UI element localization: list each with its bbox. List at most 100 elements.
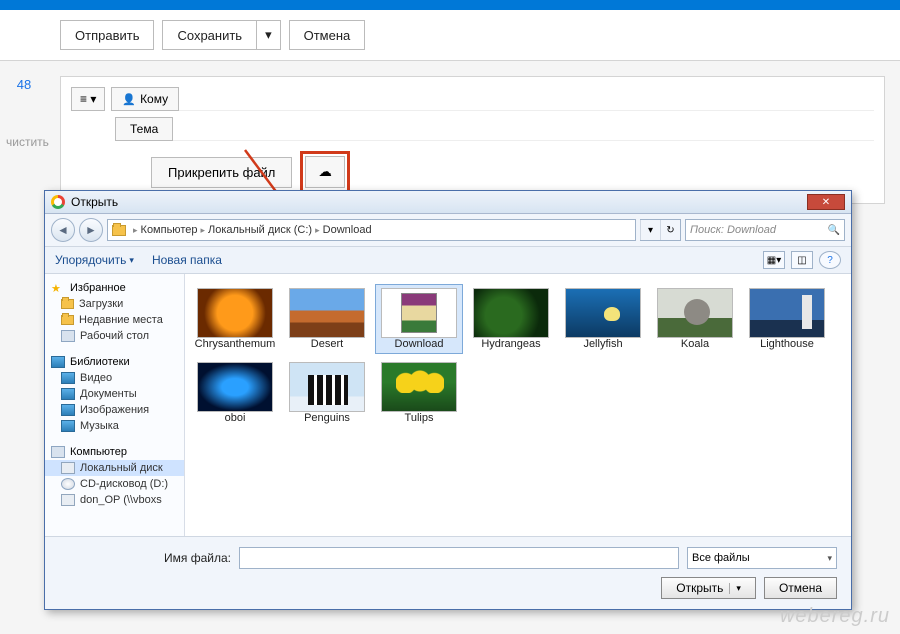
thumbnail	[289, 362, 365, 412]
sidebar-favorites[interactable]: ★Избранное	[45, 278, 184, 296]
sidebar-item-local-disk[interactable]: Локальный диск	[45, 460, 184, 476]
sidebar-item-cd[interactable]: CD-дисковод (D:)	[45, 476, 184, 492]
video-icon	[61, 372, 75, 384]
options-dropdown[interactable]: ≡ ▾	[71, 87, 105, 111]
file-item[interactable]: Penguins	[283, 358, 371, 428]
sidebar-libraries[interactable]: Библиотеки	[45, 352, 184, 370]
to-label: Кому	[140, 92, 168, 106]
file-item[interactable]: Desert	[283, 284, 371, 354]
path-dropdown-button[interactable]: ▾	[640, 220, 660, 240]
sidebar-item-recent[interactable]: Недавние места	[45, 312, 184, 328]
file-item[interactable]: Koala	[651, 284, 739, 354]
subject-row: Тема	[115, 117, 874, 141]
dialog-sidebar: ★Избранное Загрузки Недавние места Рабоч…	[45, 274, 185, 536]
path-computer[interactable]: Компьютер	[141, 224, 198, 236]
close-button[interactable]: ✕	[807, 194, 845, 210]
attach-row: Прикрепить файл ☁	[151, 151, 874, 193]
thumbnail	[381, 362, 457, 412]
forward-button[interactable]: ►	[79, 218, 103, 242]
chevron-right-icon: ▸	[315, 225, 320, 236]
to-field-button[interactable]: 👤Кому	[111, 87, 179, 111]
library-icon	[51, 356, 65, 368]
file-item[interactable]: Hydrangeas	[467, 284, 555, 354]
sidebar-item-docs[interactable]: Документы	[45, 386, 184, 402]
file-item[interactable]: Chrysanthemum	[191, 284, 279, 354]
sidebar-item-music[interactable]: Музыка	[45, 418, 184, 434]
help-button[interactable]: ?	[819, 251, 841, 269]
drive-icon	[61, 494, 75, 506]
chevron-right-icon: ▸	[133, 225, 138, 236]
search-input[interactable]: Поиск: Download	[685, 219, 845, 241]
image-icon	[61, 404, 75, 416]
attach-cloud-button[interactable]: ☁	[305, 156, 344, 188]
sidebar-item-desktop[interactable]: Рабочий стол	[45, 328, 184, 344]
thumbnail	[289, 288, 365, 338]
attach-file-button[interactable]: Прикрепить файл	[151, 157, 292, 188]
thumbnail	[197, 288, 273, 338]
file-item[interactable]: Tulips	[375, 358, 463, 428]
file-item[interactable]: Lighthouse	[743, 284, 831, 354]
dialog-titlebar[interactable]: Открыть ✕	[45, 191, 851, 214]
sidebar-item-images[interactable]: Изображения	[45, 402, 184, 418]
clear-link[interactable]: чистить	[6, 135, 49, 149]
folder-icon	[61, 315, 74, 325]
search-placeholder: Поиск: Download	[690, 224, 776, 236]
file-item-selected[interactable]: Download	[375, 284, 463, 354]
open-file-dialog: Открыть ✕ ◄ ► ▸ Компьютер ▸ Локальный ди…	[44, 190, 852, 610]
new-folder-button[interactable]: Новая папка	[152, 253, 222, 267]
file-item[interactable]: oboi	[191, 358, 279, 428]
dialog-title: Открыть	[71, 195, 118, 209]
thumbnail	[749, 288, 825, 338]
path-folder[interactable]: Download	[323, 224, 372, 236]
computer-icon	[51, 446, 65, 458]
refresh-button[interactable]: ↻	[660, 220, 680, 240]
dialog-toolbar: Упорядочить Новая папка ▦▾ ◫ ?	[45, 247, 851, 274]
sidebar-item-downloads[interactable]: Загрузки	[45, 296, 184, 312]
breadcrumb[interactable]: ▸ Компьютер ▸ Локальный диск (C:) ▸ Down…	[107, 219, 636, 241]
to-input[interactable]	[179, 88, 874, 111]
open-button[interactable]: Открыть	[661, 577, 756, 599]
file-grid[interactable]: Chrysanthemum Desert Download Hydrangeas…	[185, 274, 851, 536]
thumbnail	[197, 362, 273, 412]
filetype-combo[interactable]: Все файлы	[687, 547, 837, 569]
folder-icon	[61, 299, 74, 309]
music-icon	[61, 420, 75, 432]
chevron-right-icon: ▸	[200, 225, 205, 236]
save-dropdown-button[interactable]: ▾	[256, 20, 281, 50]
send-button[interactable]: Отправить	[60, 20, 154, 50]
preview-pane-button[interactable]: ◫	[791, 251, 813, 269]
back-button[interactable]: ◄	[51, 218, 75, 242]
dialog-cancel-button[interactable]: Отмена	[764, 577, 837, 599]
path-drive[interactable]: Локальный диск (C:)	[208, 224, 312, 236]
sidebar-item-network[interactable]: don_OP (\\vboxs	[45, 492, 184, 508]
filename-label: Имя файла:	[164, 551, 231, 565]
chrome-icon	[51, 195, 65, 209]
subject-label: Тема	[115, 117, 173, 141]
star-icon: ★	[51, 282, 65, 294]
path-controls: ▾ ↻	[640, 219, 681, 241]
subject-input[interactable]	[173, 118, 874, 141]
save-button[interactable]: Сохранить	[162, 20, 256, 50]
thumbnail	[473, 288, 549, 338]
watermark: webereg.ru	[780, 605, 890, 628]
folder-icon	[112, 225, 126, 236]
filename-input[interactable]	[239, 547, 679, 569]
save-button-group: Сохранить ▾	[162, 20, 280, 50]
highlighted-cloud-box: ☁	[300, 151, 349, 193]
to-row: ≡ ▾ 👤Кому	[71, 87, 874, 111]
desktop-icon	[61, 330, 75, 342]
unread-count: 48	[0, 77, 48, 92]
organize-menu[interactable]: Упорядочить	[55, 253, 134, 267]
thumbnail	[657, 288, 733, 338]
app-header-bar	[0, 0, 900, 10]
dialog-footer: Имя файла: Все файлы Открыть Отмена	[45, 536, 851, 609]
left-rail: 48 чистить	[0, 55, 48, 92]
sidebar-item-video[interactable]: Видео	[45, 370, 184, 386]
file-item[interactable]: Jellyfish	[559, 284, 647, 354]
thumbnail	[381, 288, 457, 338]
view-mode-button[interactable]: ▦▾	[763, 251, 785, 269]
cancel-button[interactable]: Отмена	[289, 20, 366, 50]
cloud-icon: ☁	[318, 164, 331, 179]
sidebar-computer[interactable]: Компьютер	[45, 442, 184, 460]
document-icon	[61, 388, 75, 400]
